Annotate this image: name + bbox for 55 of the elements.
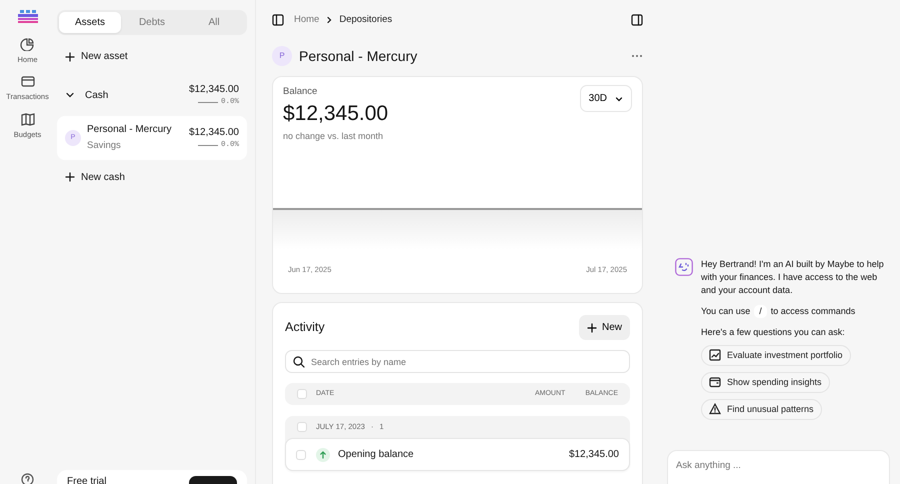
new-button[interactable]: New cash: [57, 170, 247, 184]
checkbox[interactable]: [296, 450, 306, 460]
suggestion-chip[interactable]: Show spending insights: [701, 372, 830, 393]
plus-icon: [65, 52, 75, 62]
help-icon[interactable]: [21, 473, 34, 484]
map-icon: [20, 112, 34, 126]
warning-icon: [709, 403, 721, 416]
chevron-right-icon: [325, 16, 334, 24]
panel-toggle-icon[interactable]: [631, 14, 643, 26]
account-title: Personal - Mercury: [299, 46, 418, 66]
trial-title: Free trial: [67, 476, 106, 484]
search-field[interactable]: Search entries by name: [285, 350, 630, 373]
new-button[interactable]: New asset: [57, 49, 247, 64]
plus-icon: [65, 172, 75, 182]
command-hint-text: You can use: [701, 306, 750, 316]
tab[interactable]: Debts: [121, 12, 183, 33]
chevron-icon: [615, 94, 623, 102]
wallet-icon: [709, 376, 721, 388]
account-avatar: P: [272, 46, 292, 66]
breadcrumb-current: Depositories: [339, 12, 392, 27]
tab[interactable]: All: [183, 12, 245, 33]
balance-comparison: no change vs. last month: [283, 130, 384, 144]
chat-input[interactable]: Ask anything ...: [667, 450, 890, 484]
plus-icon: [586, 322, 597, 332]
activity-title: Activity: [285, 319, 325, 336]
command-hint-text: to access commands: [770, 306, 856, 316]
more-icon[interactable]: [631, 54, 643, 58]
group-name: Cash: [85, 88, 110, 103]
credit-card-icon: [20, 75, 34, 88]
sidebar-toggle-icon[interactable]: [272, 14, 284, 26]
suggestion-chip[interactable]: Find unusual patterns: [701, 398, 822, 420]
search-icon: [293, 356, 305, 368]
assistant-message: Hey Bertrand! I'm an AI built by Maybe to help with your finances. I have access to the web and your account data.: [701, 258, 885, 297]
entry-balance: $12,345.00: [568, 448, 619, 462]
shortcut-key: /: [754, 304, 767, 318]
assistant-icon: [675, 258, 693, 276]
new-entry-button[interactable]: New: [578, 315, 630, 340]
arrow-up-icon: [316, 448, 330, 462]
pie-chart-icon: [20, 38, 34, 51]
account-name: Personal - Mercury: [87, 123, 172, 138]
entry-name: Opening balance: [338, 448, 415, 462]
checkbox[interactable]: [297, 389, 307, 399]
account-balance: $12,345.00: [188, 126, 239, 140]
period-select[interactable]: 30D: [580, 85, 632, 112]
group-total: $12,345.00: [188, 83, 239, 97]
balance-label: Balance: [283, 85, 318, 99]
chart-icon: [709, 349, 721, 362]
suggestion-chip[interactable]: Evaluate investment portfolio: [701, 344, 851, 366]
tab[interactable]: Assets: [59, 12, 121, 33]
suggestions-prompt: Here's a few questions you can ask:: [701, 326, 846, 339]
breadcrumb-link[interactable]: Home: [294, 12, 320, 28]
account-type: Savings: [87, 139, 122, 154]
logo-icon: [18, 10, 38, 24]
checkbox[interactable]: [297, 422, 307, 432]
balance-value: $12,345.00: [283, 101, 390, 126]
